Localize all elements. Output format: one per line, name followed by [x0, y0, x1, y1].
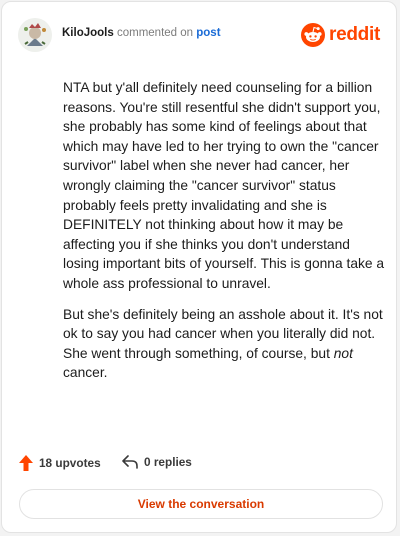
reply-button[interactable]: 0 replies: [122, 455, 192, 469]
upvote-button[interactable]: 18 upvotes: [19, 455, 101, 471]
comment-actions: 18 upvotes 0 replies: [19, 455, 379, 475]
comment-paragraph-1: NTA but y'all definitely need counseling…: [63, 80, 385, 291]
comment-emphasis: not: [333, 345, 353, 361]
reddit-wordmark: reddit: [329, 24, 380, 45]
reply-count: 0 replies: [144, 455, 192, 469]
view-conversation-button[interactable]: View the conversation: [19, 489, 383, 519]
byline-action-text: commented on: [116, 27, 194, 39]
comment-paragraph-2: But she's definitely being an asshole ab…: [63, 305, 385, 383]
comment-card: KiloJools commented on post reddit NTA b…: [1, 1, 397, 533]
post-link[interactable]: post: [196, 27, 220, 39]
reply-arrow-icon: [122, 455, 138, 469]
comment-paragraph-2-end: cancer.: [63, 365, 108, 381]
username-link[interactable]: KiloJools: [62, 27, 114, 39]
comment-body: NTA but y'all definitely need counseling…: [63, 78, 385, 394]
upvote-count: 18 upvotes: [39, 456, 101, 470]
reddit-logo-icon: [301, 23, 326, 47]
byline: KiloJools commented on post: [62, 27, 221, 39]
comment-header: KiloJools commented on post reddit: [18, 18, 380, 52]
avatar[interactable]: [18, 18, 52, 52]
reddit-brand[interactable]: reddit: [301, 22, 380, 48]
upvote-arrow-icon: [19, 455, 33, 471]
avatar-image: [18, 18, 52, 52]
